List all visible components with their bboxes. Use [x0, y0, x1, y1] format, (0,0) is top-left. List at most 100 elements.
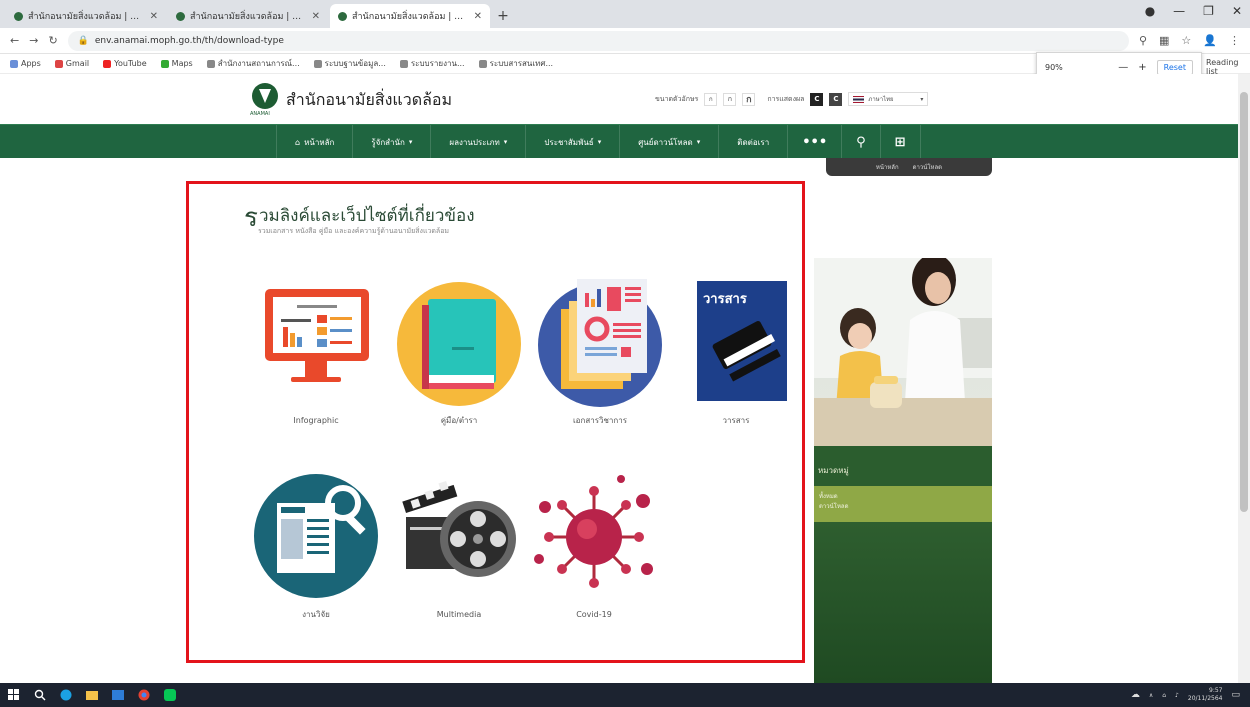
browser-tab-active[interactable]: สำนักอนามัยสิ่งแวดล้อม | Website ✕	[330, 4, 490, 28]
bookmark-icon	[313, 59, 322, 68]
bookmark-icon	[206, 59, 215, 68]
nav-item-contact[interactable]: ติดต่อเรา	[719, 125, 789, 159]
windows-taskbar: ☁ ∧ ⌂ ♪ 9:57 20/11/2564 ▭	[0, 683, 1250, 707]
zoom-out-button[interactable]: —	[1118, 62, 1128, 73]
tab-close-icon[interactable]: ✕	[312, 11, 320, 22]
breadcrumb-download[interactable]: ดาวน์โหลด	[913, 162, 943, 172]
volume-icon[interactable]: ♪	[1175, 692, 1179, 699]
account-icon[interactable]: 👤	[1203, 34, 1217, 47]
close-window-icon[interactable]: ✕	[1232, 4, 1242, 18]
site-title[interactable]: สำนักอนามัยสิ่งแวดล้อม	[286, 88, 452, 113]
tab-close-icon[interactable]: ✕	[150, 11, 158, 22]
bookmark-item[interactable]: ระบบสารสนเทศ...	[478, 57, 553, 70]
contrast-high-button[interactable]: C	[829, 92, 843, 106]
notifications-icon[interactable]: ▭	[1231, 690, 1240, 700]
tile-research[interactable]: งานวิจัย	[251, 473, 381, 619]
tile-manual[interactable]: คู่มือ/ตำรา	[394, 279, 524, 425]
menu-icon[interactable]: ⋮	[1229, 34, 1240, 47]
maximize-icon[interactable]: ❐	[1203, 4, 1214, 18]
store-icon[interactable]	[112, 689, 124, 701]
extensions-icon[interactable]: ▦	[1159, 34, 1169, 47]
bookmark-icon	[160, 59, 169, 68]
tray-chevron-icon[interactable]: ∧	[1149, 692, 1153, 699]
weather-icon[interactable]: ☁	[1131, 690, 1140, 700]
scrollbar-thumb[interactable]	[1240, 92, 1248, 512]
windows-start-icon[interactable]	[8, 689, 20, 701]
breadcrumb: หน้าหลัก ดาวน์โหลด	[826, 158, 992, 176]
bookmark-item[interactable]: YouTube	[103, 59, 147, 68]
zoom-reset-button[interactable]: Reset	[1156, 59, 1193, 75]
back-icon[interactable]: ←	[10, 34, 19, 47]
edge-browser-icon[interactable]	[60, 689, 72, 701]
chevron-down-icon: ▾	[696, 138, 701, 146]
forward-icon[interactable]: →	[29, 34, 38, 47]
site-header: ANAMAI สำนักอนามัยสิ่งแวดล้อม ขนาดตัวอัก…	[0, 74, 1250, 124]
nav-item-works[interactable]: ผลงานประเภท ▾	[431, 125, 527, 159]
font-size-large-button[interactable]: ก	[742, 92, 756, 106]
search-icon[interactable]: ⚲	[842, 125, 881, 159]
tile-multimedia[interactable]: Multimedia	[394, 473, 524, 619]
profile-icon[interactable]: ●	[1145, 4, 1155, 18]
bookmark-icon	[10, 59, 18, 68]
more-menu-icon[interactable]: •••	[788, 125, 843, 159]
bookmark-item[interactable]: สำนักงานสถานการณ์...	[206, 57, 300, 70]
language-select[interactable]: ภาษาไทย ▾	[848, 92, 929, 106]
file-explorer-icon[interactable]	[86, 689, 98, 701]
breadcrumb-home[interactable]: หน้าหลัก	[876, 162, 899, 172]
sidebar-background	[814, 522, 992, 683]
minimize-icon[interactable]: —	[1173, 4, 1185, 18]
contrast-normal-button[interactable]: C	[810, 92, 824, 106]
nav-item-download[interactable]: ศูนย์ดาวน์โหลด ▾	[620, 125, 720, 159]
bookmark-icon	[103, 59, 112, 68]
documents-chart-icon	[535, 277, 665, 409]
nav-item-pr[interactable]: ประชาสัมพันธ์ ▾	[526, 125, 621, 159]
nav-item-home[interactable]: ⌂ หน้าหลัก	[276, 125, 354, 159]
bookmark-item[interactable]: Apps	[10, 59, 41, 68]
line-app-icon[interactable]	[164, 689, 176, 701]
tile-academic-docs[interactable]: เอกสารวิชาการ	[535, 277, 665, 425]
tile-label: เอกสารวิชาการ	[572, 416, 628, 425]
sidebar-item-all[interactable]: ทั้งหมด	[819, 492, 987, 502]
bookmark-icon	[478, 59, 487, 68]
tile-infographic[interactable]: Infographic	[251, 279, 381, 425]
sitemap-icon[interactable]: ⊞	[881, 125, 921, 159]
sidebar-category-list: ทั้งหมด ดาวน์โหลด	[814, 486, 992, 522]
zoom-in-button[interactable]: +	[1138, 62, 1146, 73]
bookmark-item[interactable]: Maps	[160, 59, 193, 68]
page-scrollbar[interactable]	[1238, 74, 1250, 683]
bookmark-item[interactable]: ระบบรายงาน...	[399, 57, 465, 70]
infographic-monitor-icon	[251, 279, 381, 409]
anamai-logo-icon[interactable]	[252, 83, 278, 109]
url-input[interactable]: 🔒 env.anamai.moph.go.th/th/download-type	[67, 30, 1129, 51]
tab-close-icon[interactable]: ✕	[474, 11, 482, 22]
site-favicon-icon	[176, 11, 185, 21]
search-icon[interactable]	[34, 689, 46, 701]
browser-tab-bar: สำนักอนามัยสิ่งแวดล้อม | หน้าหลัก ✕ สำนั…	[0, 0, 1250, 28]
reload-icon[interactable]: ↻	[48, 34, 57, 47]
main-navbar: ⌂ หน้าหลัก รู้จักสำนัก ▾ ผลงานประเภท ▾ ป…	[0, 124, 1250, 159]
browser-tab[interactable]: สำนักอนามัยสิ่งแวดล้อม | หน้าหลัก ✕	[6, 4, 166, 28]
window-controls: ● — ❐ ✕	[1145, 4, 1242, 18]
tile-covid19[interactable]: Covid-19	[529, 473, 659, 619]
tile-label: งานวิจัย	[302, 610, 330, 619]
star-icon[interactable]: ☆	[1181, 34, 1191, 47]
research-search-icon	[251, 473, 381, 603]
bookmark-item[interactable]: ระบบฐานข้อมูล...	[313, 57, 386, 70]
network-icon[interactable]: ⌂	[1162, 692, 1166, 699]
coronavirus-icon	[529, 473, 659, 603]
svg-text:วารสาร: วารสาร	[703, 292, 747, 307]
clock[interactable]: 9:57 20/11/2564	[1188, 687, 1223, 703]
sidebar-item-download[interactable]: ดาวน์โหลด	[819, 502, 987, 512]
browser-tab[interactable]: สำนักอนามัยสิ่งแวดล้อม | หน้าหลัก ✕	[168, 4, 328, 28]
bookmark-item[interactable]: Gmail	[54, 59, 89, 68]
new-tab-button[interactable]: +	[492, 4, 514, 28]
tile-label: Infographic	[293, 416, 339, 425]
sidebar: หมวดหมู่ ทั้งหมด ดาวน์โหลด	[814, 258, 992, 683]
tile-journal[interactable]: วารสาร วารสาร	[681, 279, 791, 425]
font-size-medium-button[interactable]: ก	[723, 92, 737, 106]
chrome-icon[interactable]	[138, 689, 150, 701]
bookmark-icon	[54, 59, 63, 68]
font-size-small-button[interactable]: ก	[704, 92, 718, 106]
nav-item-about[interactable]: รู้จักสำนัก ▾	[353, 125, 432, 159]
zoom-icon[interactable]: ⚲	[1139, 34, 1147, 47]
